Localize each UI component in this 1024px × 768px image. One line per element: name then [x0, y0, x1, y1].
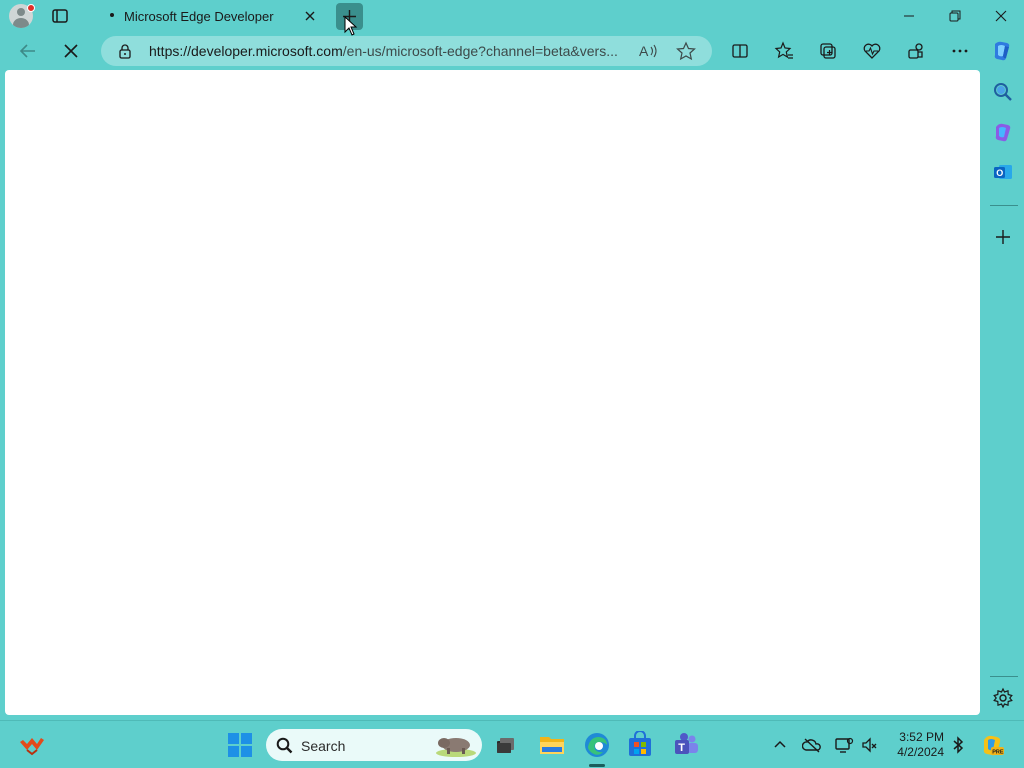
chevron-up-icon[interactable] — [770, 735, 790, 755]
task-view-icon[interactable] — [492, 731, 520, 759]
more-icon — [952, 49, 968, 53]
network-icon[interactable] — [834, 735, 854, 755]
title-bar: Microsoft Edge Developer — [0, 0, 1024, 36]
sidebar-divider — [990, 676, 1018, 677]
add-icon[interactable] — [992, 226, 1014, 248]
star-icon[interactable] — [675, 41, 697, 61]
web-content-area[interactable] — [5, 70, 980, 715]
read-aloud-icon[interactable]: A — [637, 41, 659, 61]
heart-pulse-icon — [863, 43, 881, 59]
taskbar-search-box[interactable]: Search — [266, 729, 482, 761]
tab-active[interactable]: Microsoft Edge Developer — [88, 0, 326, 32]
copilot-button[interactable] — [989, 38, 1015, 64]
back-arrow-icon — [19, 44, 35, 58]
start-icon[interactable] — [226, 731, 254, 759]
url-text[interactable]: https://developer.microsoft.com/en-us/mi… — [149, 43, 618, 59]
system-clock[interactable]: 3:52 PM 4/2/2024 — [886, 730, 944, 760]
active-app-indicator — [589, 764, 605, 767]
svg-text:PRE: PRE — [992, 750, 1004, 756]
url-host: https://developer.microsoft.com — [149, 43, 343, 59]
favorites-icon — [774, 41, 793, 59]
collections-icon — [820, 43, 836, 59]
profile-avatar-icon[interactable] — [9, 4, 35, 28]
more-button[interactable] — [947, 38, 973, 64]
copilot-icon — [994, 41, 1010, 61]
stop-icon — [64, 44, 78, 58]
tab-actions-icon[interactable] — [50, 6, 70, 26]
split-screen-button[interactable] — [727, 38, 753, 64]
outlook-icon[interactable]: O — [992, 161, 1014, 183]
taskbar-search-placeholder: Search — [301, 738, 346, 754]
tab-title: Microsoft Edge Developer — [124, 9, 274, 24]
favorites-button[interactable] — [771, 38, 797, 64]
loading-icon — [110, 13, 114, 17]
app-logo-icon[interactable] — [18, 732, 46, 760]
url-path: /en-us/microsoft-edge?channel=beta&vers.… — [342, 43, 618, 59]
svg-text:A: A — [639, 43, 649, 59]
browser-toolbar: https://developer.microsoft.com/en-us/mi… — [0, 32, 1024, 70]
extensions-icon — [908, 43, 923, 59]
close-tab-icon[interactable] — [302, 8, 318, 24]
edge-sidebar: O — [984, 70, 1024, 720]
onedrive-icon[interactable] — [802, 735, 822, 755]
svg-text:T: T — [678, 742, 685, 754]
browser-essentials-button[interactable] — [859, 38, 885, 64]
search-icon[interactable] — [992, 81, 1014, 103]
clock-date: 4/2/2024 — [897, 745, 944, 759]
file-explorer-icon[interactable] — [538, 731, 566, 759]
sidebar-divider — [990, 205, 1018, 206]
volume-icon[interactable] — [860, 735, 880, 755]
edge-icon[interactable] — [583, 731, 611, 759]
stop-loading-button[interactable] — [58, 38, 84, 64]
clock-time: 3:52 PM — [899, 730, 944, 744]
svg-text:O: O — [996, 168, 1003, 178]
extensions-button[interactable] — [903, 38, 929, 64]
notification-dot — [27, 4, 35, 12]
lock-icon[interactable] — [117, 43, 133, 59]
settings-icon[interactable] — [992, 687, 1014, 709]
back-button[interactable] — [15, 38, 41, 64]
restore-button[interactable] — [932, 0, 978, 32]
teams-icon[interactable]: T — [672, 731, 700, 759]
bluetooth-icon[interactable] — [948, 735, 968, 755]
split-screen-icon — [732, 44, 748, 58]
copilot-icon[interactable] — [992, 121, 1014, 143]
minimize-button[interactable] — [886, 0, 932, 32]
search-icon — [276, 737, 293, 754]
address-bar[interactable]: https://developer.microsoft.com/en-us/mi… — [101, 36, 712, 66]
store-icon[interactable] — [626, 731, 654, 759]
search-highlight-image-icon — [436, 738, 476, 757]
copilot-pre-icon[interactable]: PRE — [980, 732, 1006, 758]
close-window-button[interactable] — [978, 0, 1024, 32]
collections-button[interactable] — [815, 38, 841, 64]
taskbar: Search T 3:52 PM 4/2/2024 PRE — [0, 720, 1024, 768]
